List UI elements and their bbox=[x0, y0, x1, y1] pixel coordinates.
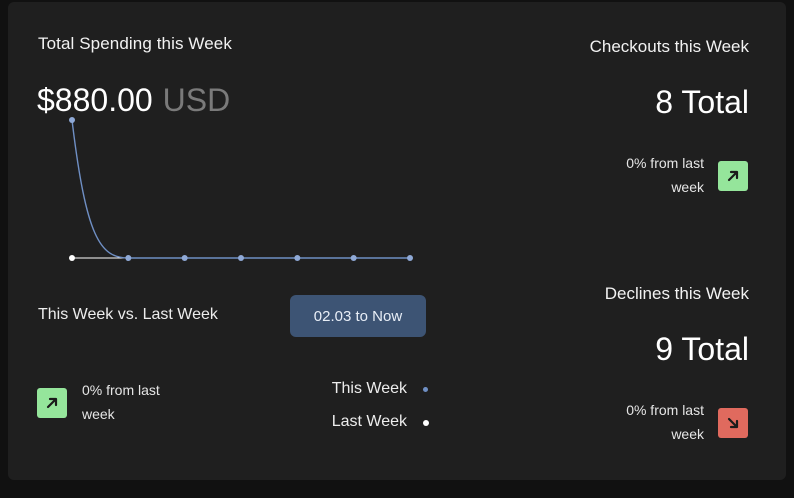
this-week-point bbox=[350, 255, 357, 261]
checkouts-change-text: 0% from last week bbox=[626, 151, 704, 199]
this-week-point bbox=[125, 255, 132, 261]
legend-this-week-marker bbox=[423, 387, 428, 392]
checkouts-change-line1: 0% from last bbox=[626, 155, 704, 171]
checkouts-title: Checkouts this Week bbox=[589, 37, 749, 56]
arrow-down-right-icon bbox=[718, 408, 748, 438]
this-week-point bbox=[238, 255, 244, 261]
comparison-change-line1: 0% from last bbox=[82, 382, 160, 398]
legend-last-week-marker bbox=[423, 420, 429, 426]
declines-change-line2: week bbox=[671, 426, 704, 442]
comparison-change-text: 0% from last week bbox=[82, 378, 160, 426]
checkouts-change-line2: week bbox=[671, 179, 704, 195]
this-week-point bbox=[69, 117, 75, 123]
spending-line-chart bbox=[69, 117, 413, 261]
this-week-point bbox=[181, 255, 188, 261]
arrow-up-right-icon bbox=[37, 388, 67, 418]
checkouts-total: 8 Total bbox=[655, 84, 749, 120]
this-week-line bbox=[71, 119, 410, 259]
legend-this-week: This Week bbox=[331, 380, 407, 397]
this-week-point bbox=[294, 255, 301, 261]
declines-change-line1: 0% from last bbox=[626, 402, 704, 418]
declines-total: 9 Total bbox=[655, 331, 749, 367]
comparison-label: This Week vs. Last Week bbox=[38, 306, 218, 323]
spending-title: Total Spending this Week bbox=[38, 34, 232, 53]
date-range-button[interactable]: 02.03 to Now bbox=[290, 295, 426, 337]
last-week-point bbox=[69, 255, 75, 261]
declines-change-text: 0% from last week bbox=[626, 398, 704, 446]
comparison-change-line2: week bbox=[82, 406, 115, 422]
declines-title: Declines this Week bbox=[604, 284, 749, 303]
arrow-up-right-icon bbox=[718, 161, 748, 191]
legend-last-week: Last Week bbox=[331, 413, 407, 430]
this-week-point bbox=[407, 255, 413, 261]
